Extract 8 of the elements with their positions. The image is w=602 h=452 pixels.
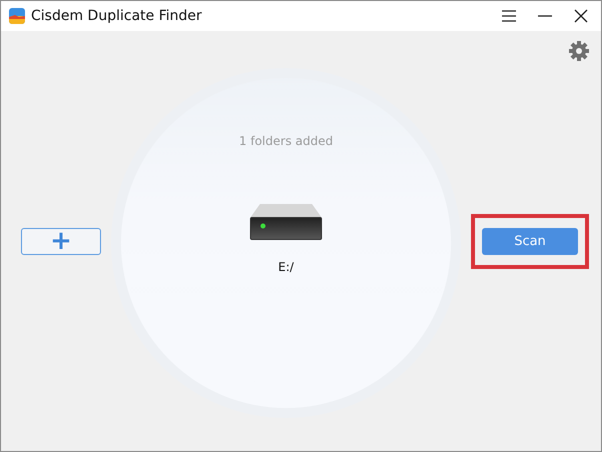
- scan-button[interactable]: Scan: [482, 228, 578, 254]
- status-text: 1 folders added: [239, 134, 333, 148]
- folder-label: E:/: [278, 260, 294, 274]
- hard-drive-icon: [250, 204, 322, 240]
- settings-icon[interactable]: [569, 41, 589, 61]
- add-folder-button[interactable]: +: [21, 228, 101, 254]
- app-logo-icon: [9, 8, 25, 24]
- window-title: Cisdem Duplicate Finder: [31, 8, 203, 24]
